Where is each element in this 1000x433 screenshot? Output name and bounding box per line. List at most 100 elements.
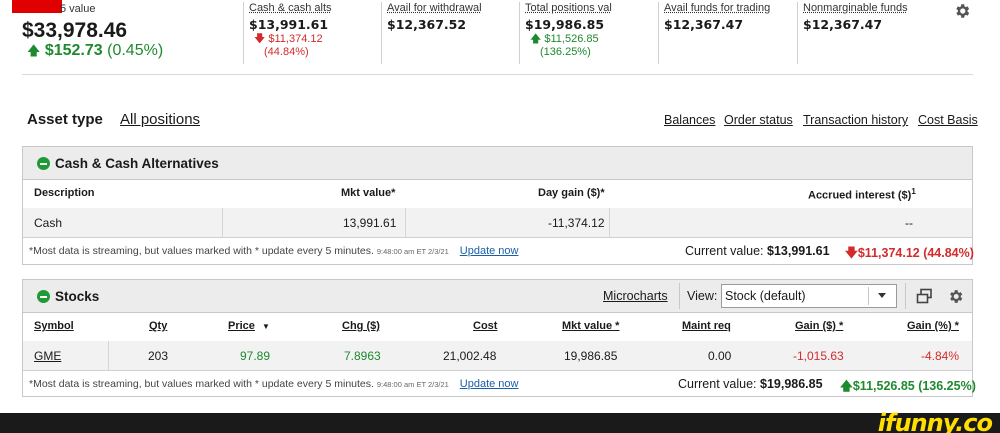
accrued-label: Accrued interest ($) [808,189,912,202]
divider [905,283,906,309]
col-divider [108,341,109,370]
col-price-label: Price [228,320,255,332]
nonmarginable-value: $12,367.47 [803,17,883,32]
total-account-value: $33,978.46 [22,19,128,42]
cash-alts-label[interactable]: Cash & cash alts [249,2,381,14]
stocks-panel-title[interactable]: Stocks [37,289,99,304]
ifunny-watermark: ifunny.co [877,409,993,433]
stocks-panel-title-text: Stocks [55,289,100,304]
current-value-label: Current value: [685,244,764,258]
cash-alts-change-pct: (44.84%) [264,46,309,58]
collapse-minus-icon[interactable] [37,157,50,170]
streaming-note-text: *Most data is streaming, but values mark… [29,378,374,390]
col-chg[interactable]: Chg ($) [342,320,380,332]
col-cost[interactable]: Cost [473,320,497,332]
avail-withdrawal-label[interactable]: Avail for withdrawal [387,2,519,14]
stock-gain-pct: -4.84% [921,349,960,363]
total-positions-change-pct: (136.25%) [540,46,591,58]
col-day-gain: Day gain ($)* [538,187,605,199]
avail-withdrawal-value: $12,367.52 [387,17,467,32]
cash-alts-value: $13,991.61 [249,17,329,32]
stock-gain: -1,015.63 [793,349,844,363]
col-divider [405,208,406,237]
transaction-history-link[interactable]: Transaction history [803,113,908,127]
day-change-amount: $152.73 [44,42,103,59]
cash-panel-footer: *Most data is streaming, but values mark… [23,237,974,265]
summary-withdrawal-column: Avail for withdrawal $12,367.52 [381,2,519,64]
redacted-bar [12,0,62,13]
update-now-link[interactable]: Update now [460,378,519,390]
cash-day-gain: -11,374.12 [548,216,605,230]
chevron-down-icon [878,293,886,298]
update-now-link[interactable]: Update now [460,245,519,257]
current-value-amount: $13,991.61 [767,244,830,258]
streaming-note: *Most data is streaming, but values mark… [29,245,518,257]
divider [868,287,869,305]
cost-basis-link[interactable]: Cost Basis [918,113,978,127]
col-maint-req[interactable]: Maint req [682,320,731,332]
stocks-panel: Stocks Microcharts View: Stock (default)… [22,279,976,397]
summary-positions-column: Total positions val $19,986.85 🡅 $11,526… [519,2,658,64]
account-value-label: 5 value [60,3,96,15]
collapse-minus-icon[interactable] [37,290,50,303]
col-qty[interactable]: Qty [149,320,167,332]
col-divider [222,208,223,237]
summary-cash-column: Cash & cash alts $13,991.61 🡇 $11,374.12… [243,2,381,64]
col-gain[interactable]: Gain ($) * [795,320,843,332]
current-value-amount: $19,986.85 [760,377,823,391]
total-positions-value: $19,986.85 [525,17,605,32]
order-status-link[interactable]: Order status [724,113,793,127]
stock-symbol-link[interactable]: GME [34,349,61,363]
asset-type-label: Asset type [27,111,103,128]
microcharts-link[interactable]: Microcharts [603,289,668,303]
current-value-label: Current value: [678,377,757,391]
col-mkt-value: Mkt value* [341,187,396,199]
streaming-note: *Most data is streaming, but values mark… [29,378,518,390]
cash-panel-title[interactable]: Cash & Cash Alternatives [37,156,219,171]
stock-maint-req: 0.00 [708,349,732,363]
stocks-current-value: Current value: $19,986.85 [678,377,823,391]
settings-gear-icon[interactable] [953,2,971,20]
cash-panel-title-text: Cash & Cash Alternatives [55,156,219,171]
col-divider [609,208,610,237]
all-positions-link[interactable]: All positions [120,111,200,128]
nonmarginable-label[interactable]: Nonmarginable funds [803,2,937,14]
total-positions-change: 🡅 $11,526.85 [530,33,599,45]
cash-description: Cash [34,216,63,230]
summary-nonmarginable-column: Nonmarginable funds $12,367.47 [797,2,937,64]
settings-gear-icon[interactable] [947,288,964,305]
col-description: Description [34,187,95,199]
col-gain-pct[interactable]: Gain (%) * [907,320,959,332]
stock-chg: 7.8963 [344,349,381,363]
stocks-panel-header: Stocks Microcharts View: Stock (default) [23,280,972,313]
cash-panel: Cash & Cash Alternatives Description Mkt… [22,146,974,265]
col-mkt-value[interactable]: Mkt value * [562,320,619,332]
streaming-note-text: *Most data is streaming, but values mark… [29,245,374,257]
day-change: 🡅 $152.73 (0.45%) [27,42,163,64]
cash-mkt-value: 13,991.61 [343,216,397,230]
view-select-value: Stock (default) [725,289,806,303]
col-symbol[interactable]: Symbol [34,320,74,332]
cash-current-value: Current value: $13,991.61 [685,244,830,258]
total-positions-label[interactable]: Total positions val [525,2,658,14]
table-row [23,208,972,237]
footnote-marker: 1 [911,187,916,196]
up-arrow-icon: 🡅 [27,43,41,58]
col-price[interactable]: Price ▼ [228,320,270,332]
day-change-pct: (0.45%) [107,42,164,59]
cash-panel-header: Cash & Cash Alternatives [23,147,972,180]
avail-trading-value: $12,367.47 [664,17,744,32]
cash-alts-change: 🡇 $11,374.12 [254,33,323,45]
stock-cost: 21,002.48 [443,349,497,363]
balances-link[interactable]: Balances [664,113,715,127]
popout-window-icon[interactable] [916,288,933,304]
sort-desc-icon: ▼ [261,322,270,331]
avail-trading-label[interactable]: Avail funds for trading [664,2,797,14]
stocks-panel-footer: *Most data is streaming, but values mark… [23,370,976,397]
summary-trading-column: Avail funds for trading $12,367.47 [658,2,797,64]
timestamp: 9:48:00 am ET 2/3/21 [376,380,449,389]
view-select[interactable]: Stock (default) [721,284,897,308]
view-label: View: [687,289,718,303]
stock-qty: 203 [148,349,169,363]
divider [22,74,973,75]
